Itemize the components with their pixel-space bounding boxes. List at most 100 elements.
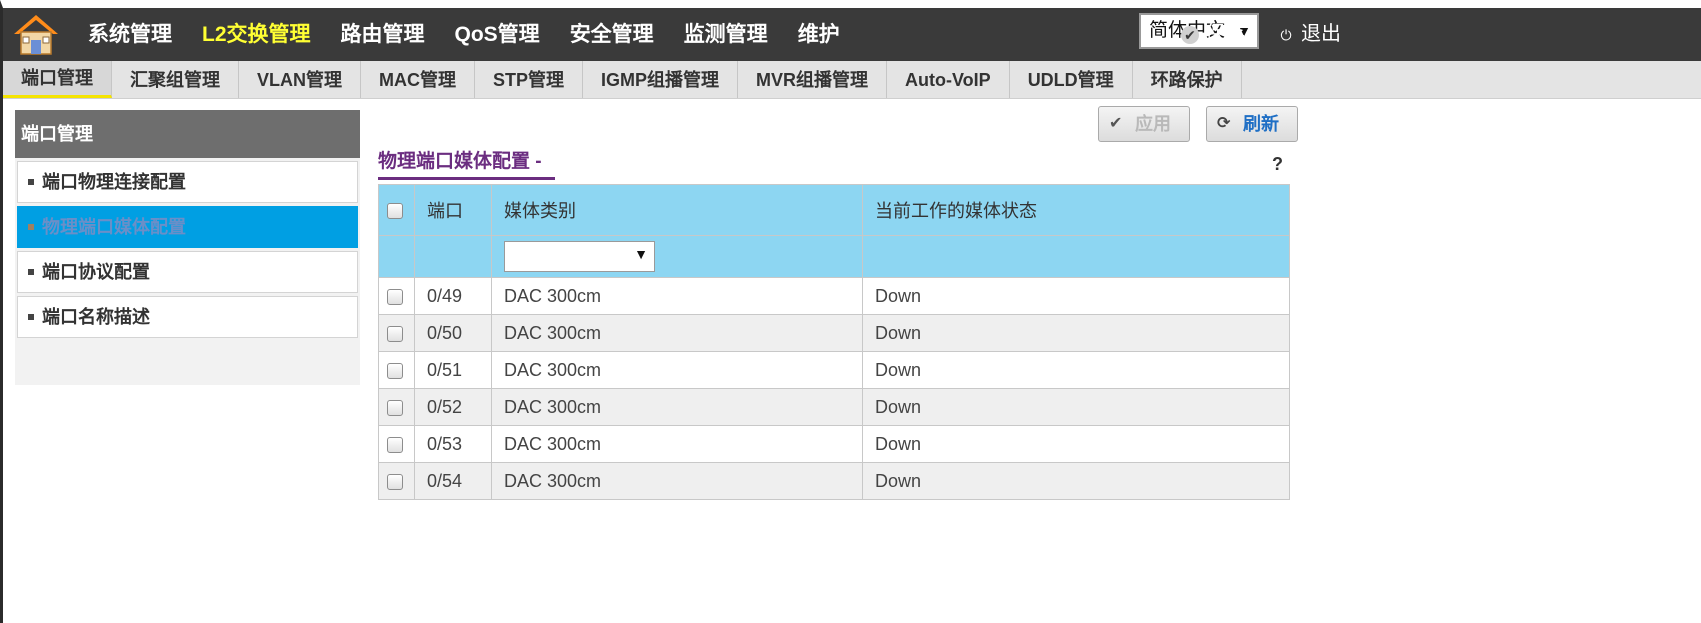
cell-media-type: DAC 300cm: [491, 314, 863, 352]
sub-nav-tab-1[interactable]: 汇聚组管理: [112, 61, 239, 98]
help-icon[interactable]: ?: [1272, 154, 1283, 175]
row-checkbox[interactable]: [387, 436, 403, 453]
bullet-icon: [28, 178, 34, 185]
sub-nav-tab-9[interactable]: 环路保护: [1133, 61, 1242, 98]
sub-nav-tab-0[interactable]: 端口管理: [3, 61, 112, 98]
main-nav-item-4[interactable]: 安全管理: [555, 8, 669, 61]
sub-nav-tab-5[interactable]: IGMP组播管理: [583, 61, 739, 98]
row-checkbox[interactable]: [387, 473, 403, 490]
row-select-cell: [378, 351, 415, 389]
sub-nav-tab-8[interactable]: UDLD管理: [1010, 61, 1133, 98]
sidebar-item-label: 端口物理连接配置: [42, 172, 186, 192]
refresh-label: 刷新: [1243, 114, 1279, 134]
header-port: 端口: [414, 184, 492, 236]
sub-nav-tab-6[interactable]: MVR组播管理: [738, 61, 888, 98]
sidebar-menu: 端口物理连接配置 物理端口媒体配置 端口协议配置 端口名称描述: [15, 161, 360, 338]
cell-media-type: DAC 300cm: [491, 277, 863, 315]
logout-button[interactable]: ⏻ 退出: [1277, 8, 1341, 61]
select-all-checkbox[interactable]: [387, 202, 403, 219]
main-nav-item-0[interactable]: 系统管理: [73, 8, 187, 61]
main-nav: 系统管理 L2交换管理 路由管理 QoS管理 安全管理 监测管理 维护: [73, 8, 855, 61]
cell-port: 0/49: [414, 277, 492, 315]
sub-nav-tab-7[interactable]: Auto-VoIP: [887, 61, 1010, 98]
save-button[interactable]: ✔ 保存: [1181, 8, 1245, 61]
cell-media-type: DAC 300cm: [491, 425, 863, 463]
filter-empty-cell: [378, 235, 415, 278]
main-nav-item-5[interactable]: 监测管理: [669, 8, 783, 61]
filter-empty-cell: [862, 235, 1290, 278]
sidebar-item-0[interactable]: 端口物理连接配置: [17, 161, 358, 203]
sidebar-item-2[interactable]: 端口协议配置: [17, 251, 358, 293]
cell-media-status: Down: [862, 314, 1290, 352]
cell-media-type: DAC 300cm: [491, 388, 863, 426]
cell-media-status: Down: [862, 425, 1290, 463]
table-header-row: 端口 媒体类别 当前工作的媒体状态: [378, 184, 1290, 236]
sidebar-title: 端口管理: [15, 110, 360, 158]
header-media-type: 媒体类别: [491, 184, 863, 236]
bullet-icon: [28, 313, 34, 320]
sidebar-item-label: 端口协议配置: [42, 262, 150, 282]
table-row[interactable]: 0/51 DAC 300cm Down: [378, 351, 1290, 389]
main-nav-item-1[interactable]: L2交换管理: [187, 8, 326, 61]
main-nav-item-6[interactable]: 维护: [783, 8, 855, 61]
header-media-status: 当前工作的媒体状态: [862, 184, 1290, 236]
cell-media-type: DAC 300cm: [491, 462, 863, 500]
cell-media-type: DAC 300cm: [491, 351, 863, 389]
table-row[interactable]: 0/53 DAC 300cm Down: [378, 425, 1290, 463]
main-nav-item-3[interactable]: QoS管理: [440, 8, 555, 61]
refresh-button[interactable]: ⟳ 刷新: [1206, 106, 1298, 142]
sidebar-item-label: 物理端口媒体配置: [42, 217, 186, 237]
table-row[interactable]: 0/50 DAC 300cm Down: [378, 314, 1290, 352]
cell-media-status: Down: [862, 351, 1290, 389]
select-all-cell: [378, 184, 415, 236]
filter-media-cell: ▼: [491, 235, 863, 278]
row-checkbox[interactable]: [387, 325, 403, 342]
sidebar-item-1[interactable]: 物理端口媒体配置: [17, 206, 358, 248]
row-select-cell: [378, 462, 415, 500]
bullet-icon: [28, 268, 34, 275]
sub-nav: 端口管理 汇聚组管理 VLAN管理 MAC管理 STP管理 IGMP组播管理 MVR组播管理…: [3, 61, 1701, 99]
cell-media-status: Down: [862, 388, 1290, 426]
top-bar: 系统管理L2交换管理路由管理QoS管理安全管理监测管理维护 简体中文 ▼ ✔ 保…: [3, 8, 1701, 61]
cell-media-status: Down: [862, 462, 1290, 500]
section-title: 物理端口媒体配置 -: [378, 146, 555, 180]
cell-port: 0/51: [414, 351, 492, 389]
cell-port: 0/53: [414, 425, 492, 463]
sub-nav-tab-2[interactable]: VLAN管理: [239, 61, 361, 98]
bullet-icon: [28, 223, 34, 230]
table-row[interactable]: 0/54 DAC 300cm Down: [378, 462, 1290, 500]
check-icon: ✔: [1109, 115, 1123, 132]
main-nav-item-2[interactable]: 路由管理: [326, 8, 440, 61]
cell-port: 0/50: [414, 314, 492, 352]
cell-port: 0/52: [414, 388, 492, 426]
power-icon: ⏻: [1280, 26, 1292, 43]
row-select-cell: [378, 425, 415, 463]
refresh-icon: ⟳: [1217, 115, 1231, 132]
apply-label: 应用: [1135, 114, 1171, 134]
sub-nav-tab-3[interactable]: MAC管理: [361, 61, 475, 98]
check-circle-icon: ✔: [1181, 25, 1199, 44]
sub-nav-tab-4[interactable]: STP管理: [475, 61, 584, 98]
media-config-table: 端口 媒体类别 当前工作的媒体状态 ▼ 0/49 DAC 300cm Down 0/5…: [378, 184, 1290, 500]
media-type-filter-select[interactable]: ▼: [504, 241, 655, 272]
row-checkbox[interactable]: [387, 399, 403, 416]
home-logo-icon[interactable]: [11, 12, 61, 58]
row-checkbox[interactable]: [387, 288, 403, 305]
apply-button[interactable]: ✔ 应用: [1098, 106, 1190, 142]
sidebar-item-label: 端口名称描述: [42, 307, 150, 327]
row-select-cell: [378, 388, 415, 426]
row-checkbox[interactable]: [387, 362, 403, 379]
sidebar-item-3[interactable]: 端口名称描述: [17, 296, 358, 338]
dropdown-arrow-icon: ▼: [634, 246, 648, 262]
cell-port: 0/54: [414, 462, 492, 500]
sidebar: 端口管理 端口物理连接配置 物理端口媒体配置 端口协议配置 端口名称描述: [15, 110, 360, 385]
logout-label: 退出: [1301, 23, 1341, 45]
row-select-cell: [378, 277, 415, 315]
table-filter-row: ▼: [378, 235, 1290, 278]
row-select-cell: [378, 314, 415, 352]
cell-media-status: Down: [862, 277, 1290, 315]
save-label: 保存: [1205, 23, 1245, 45]
filter-empty-cell: [414, 235, 492, 278]
table-row[interactable]: 0/52 DAC 300cm Down: [378, 388, 1290, 426]
table-row[interactable]: 0/49 DAC 300cm Down: [378, 277, 1290, 315]
